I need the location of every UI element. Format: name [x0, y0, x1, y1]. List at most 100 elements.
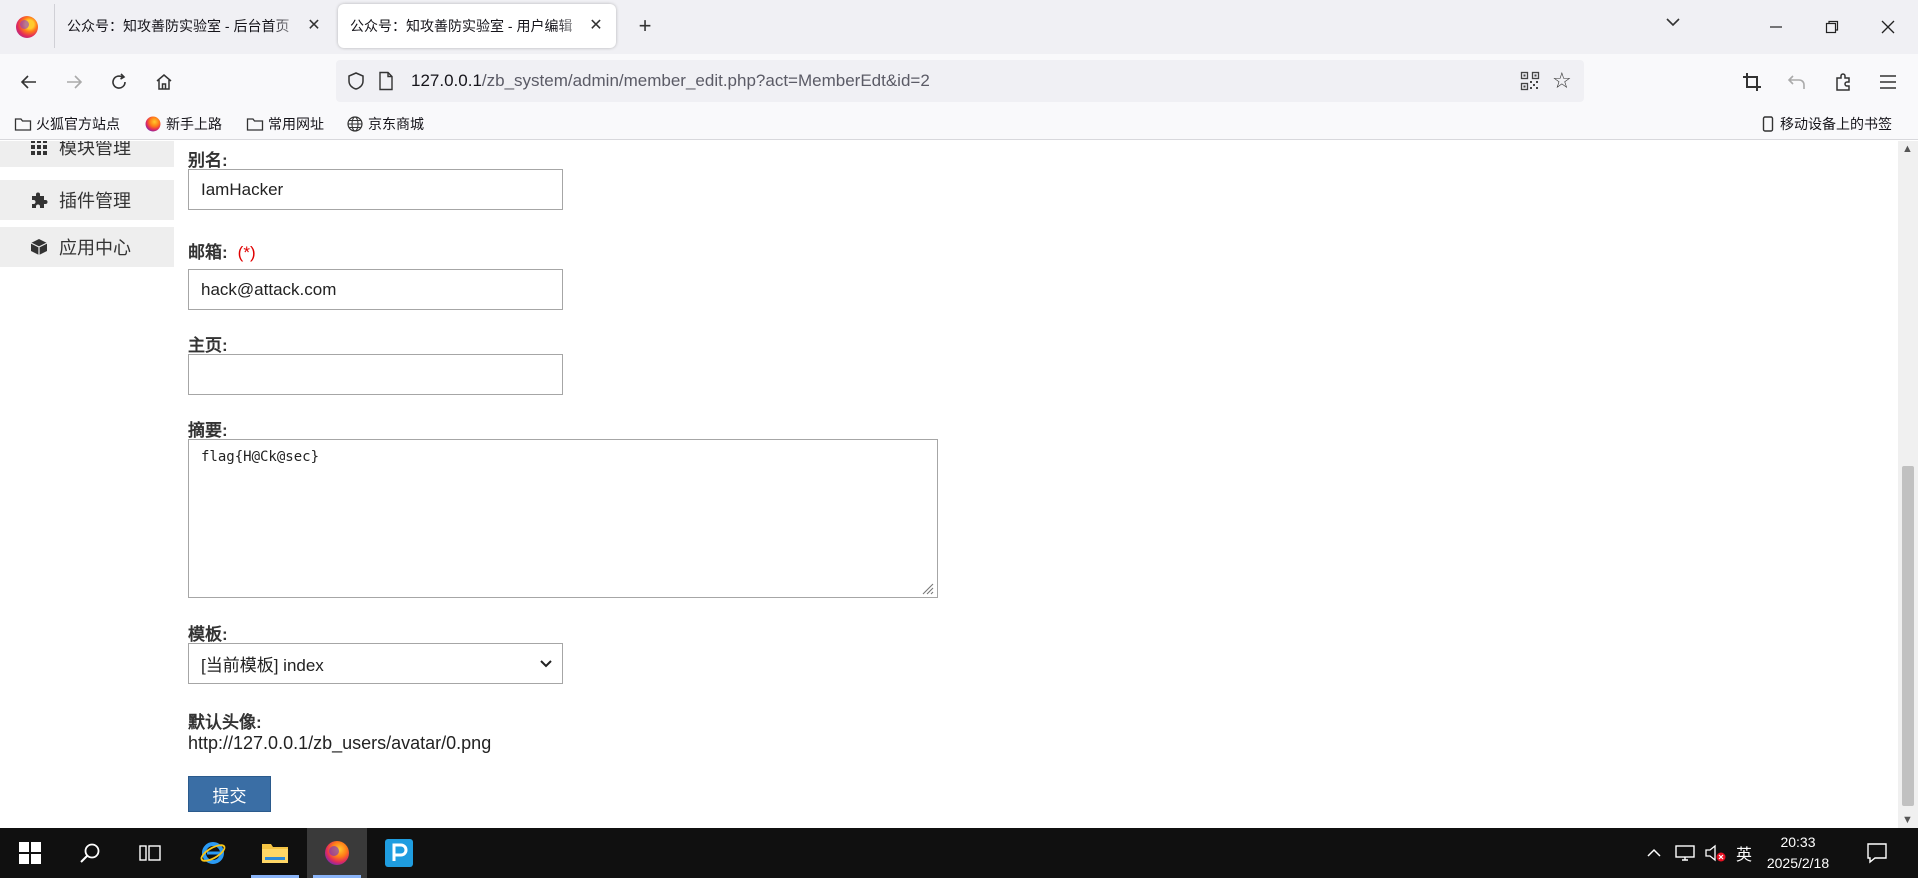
bookmark-star-icon[interactable]: ☆	[1552, 68, 1572, 94]
box-icon	[29, 238, 49, 256]
search-button[interactable]	[60, 828, 120, 878]
puzzle-icon	[29, 191, 49, 209]
bookmark-label: 京东商城	[368, 116, 424, 132]
tab-title: 公众号：知攻善防实验室 - 用户编辑	[350, 18, 573, 34]
bookmark-label: 常用网址	[268, 116, 324, 132]
bookmark-firefox-site[interactable]: 火狐官方站点	[14, 114, 120, 134]
scroll-down-arrow-icon[interactable]: ▼	[1902, 814, 1913, 826]
url-path: /zb_system/admin/member_edit.php?act=Mem…	[481, 71, 930, 90]
network-icon[interactable]	[1675, 828, 1695, 878]
bookmark-getting-started[interactable]: 新手上路	[144, 114, 222, 134]
task-view-button[interactable]	[120, 828, 180, 878]
mobile-device-icon	[1762, 116, 1776, 132]
taskbar-internet-explorer[interactable]	[183, 828, 243, 878]
sidebar-item-plugins[interactable]: 插件管理	[0, 180, 174, 220]
folder-icon	[14, 116, 32, 132]
grid-icon	[29, 141, 49, 156]
folder-icon	[262, 844, 288, 863]
forward-arrow-icon[interactable]	[59, 67, 89, 97]
tab-dashboard[interactable]: 公众号：知攻善防实验室 - 后台首页 ✕	[54, 4, 334, 48]
qr-code-icon[interactable]	[1520, 71, 1540, 91]
globe-icon	[346, 116, 364, 132]
sidebar-item-modules[interactable]: 模块管理	[0, 141, 174, 167]
chevron-down-icon	[538, 655, 554, 671]
taskbar-file-explorer[interactable]	[245, 828, 305, 878]
clock-date: 2025/2/18	[1766, 855, 1830, 871]
submit-button[interactable]: 提交	[188, 776, 271, 812]
close-tab-icon[interactable]: ✕	[304, 16, 324, 36]
show-hidden-icons-chevron-icon[interactable]	[1646, 828, 1662, 878]
start-button[interactable]	[0, 828, 60, 878]
bookmark-label: 新手上路	[166, 116, 222, 132]
home-icon[interactable]	[149, 67, 179, 97]
summary-label: 摘要:	[188, 421, 228, 440]
email-label-text: 邮箱:	[188, 243, 228, 262]
avatar-url: http://127.0.0.1/zb_users/avatar/0.png	[188, 733, 492, 753]
bookmark-label: 火狐官方站点	[36, 116, 120, 132]
firefox-logo-icon	[325, 841, 349, 865]
window-minimize-button[interactable]	[1748, 0, 1804, 54]
homepage-label: 主页:	[188, 336, 228, 355]
window-restore-button[interactable]	[1804, 0, 1860, 54]
resize-grip-icon[interactable]	[920, 581, 934, 595]
scrollbar-thumb[interactable]	[1902, 466, 1914, 806]
undo-icon[interactable]	[1783, 68, 1811, 96]
windows-logo-icon	[19, 842, 41, 864]
firefox-logo-icon	[16, 16, 38, 38]
navigation-toolbar: 127.0.0.1/zb_system/admin/member_edit.ph…	[0, 54, 1918, 108]
url-bar[interactable]: 127.0.0.1/zb_system/admin/member_edit.ph…	[336, 60, 1584, 102]
volume-muted-icon[interactable]	[1704, 828, 1726, 878]
homepage-input[interactable]	[188, 354, 563, 395]
tab-title: 公众号：知攻善防实验室 - 后台首页	[67, 18, 290, 34]
window-close-button[interactable]	[1860, 0, 1916, 54]
summary-textarea[interactable]: flag{H@Ck@sec}	[188, 439, 938, 598]
hamburger-menu-icon[interactable]	[1874, 68, 1902, 96]
close-tab-icon[interactable]: ✕	[586, 16, 606, 36]
taskbar-firefox[interactable]	[307, 828, 367, 878]
firefox-view-button[interactable]	[0, 0, 54, 54]
browser-tab-strip: 公众号：知攻善防实验室 - 后台首页 ✕ 公众号：知攻善防实验室 - 用户编辑 …	[0, 0, 1918, 54]
back-arrow-icon[interactable]	[14, 67, 44, 97]
input-method-indicator[interactable]: 英	[1736, 828, 1752, 878]
email-input[interactable]	[188, 269, 563, 310]
sidebar-item-label: 应用中心	[59, 238, 131, 258]
taskbar-p-app[interactable]	[369, 828, 429, 878]
url-host: 127.0.0.1	[411, 71, 482, 90]
screenshot-crop-icon[interactable]	[1738, 68, 1766, 96]
search-icon	[80, 843, 100, 863]
sidebar-item-label: 插件管理	[59, 191, 131, 211]
list-tabs-chevron-icon[interactable]	[1658, 14, 1688, 40]
template-selected-value: [当前模板] index	[201, 656, 324, 675]
sidebar-item-label: 模块管理	[59, 141, 131, 158]
bookmarks-toolbar: 火狐官方站点 新手上路 常用网址 京东商城 移动设备上的书签	[0, 108, 1918, 140]
alias-label: 别名:	[188, 151, 228, 170]
p-app-icon	[385, 839, 413, 867]
bookmark-label: 移动设备上的书签	[1780, 116, 1892, 132]
firefox-logo-icon	[144, 116, 162, 132]
extensions-puzzle-icon[interactable]	[1830, 68, 1858, 96]
scroll-up-arrow-icon[interactable]: ▲	[1902, 143, 1913, 155]
mobile-bookmarks-folder[interactable]: 移动设备上的书签	[1762, 114, 1892, 134]
internet-explorer-icon	[200, 842, 226, 864]
new-tab-icon[interactable]: +	[630, 12, 660, 42]
system-clock[interactable]: 20:33 2025/2/18	[1758, 832, 1838, 874]
page-info-icon[interactable]	[378, 71, 394, 91]
reload-icon[interactable]	[104, 67, 134, 97]
bookmark-jd-mall[interactable]: 京东商城	[346, 114, 424, 134]
sidebar-item-app-center[interactable]: 应用中心	[0, 227, 174, 267]
folder-icon	[246, 116, 264, 132]
tab-user-edit[interactable]: 公众号：知攻善防实验室 - 用户编辑 ✕	[338, 4, 616, 48]
template-select[interactable]: [当前模板] index	[188, 643, 563, 684]
alias-input[interactable]	[188, 169, 563, 210]
windows-taskbar: 英 20:33 2025/2/18	[0, 828, 1918, 878]
bookmark-common-sites[interactable]: 常用网址	[246, 114, 324, 134]
tracking-shield-icon[interactable]	[346, 71, 366, 91]
action-center-icon[interactable]	[1866, 828, 1888, 878]
template-label: 模板:	[188, 625, 228, 644]
page-scrollbar[interactable]: ▲ ▼	[1898, 141, 1918, 828]
email-label: 邮箱: (*)	[188, 238, 256, 263]
url-text[interactable]: 127.0.0.1/zb_system/admin/member_edit.ph…	[411, 71, 930, 91]
avatar-label: 默认头像:	[188, 713, 262, 732]
task-view-icon	[139, 845, 161, 861]
required-mark: (*)	[237, 243, 256, 262]
